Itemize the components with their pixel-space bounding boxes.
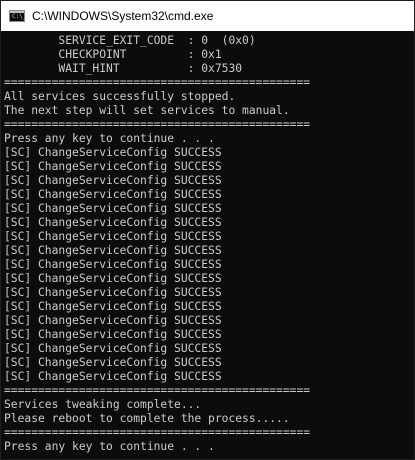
console-line: [SC] ChangeServiceConfig SUCCESS [4, 174, 222, 187]
console-line: [SC] ChangeServiceConfig SUCCESS [4, 356, 222, 369]
cmd-icon-prompt: C:\_ [12, 13, 27, 20]
title-bar[interactable]: C:\_ C:\WINDOWS\System32\cmd.exe [1, 1, 414, 31]
console-line: [SC] ChangeServiceConfig SUCCESS [4, 300, 222, 313]
console-line: CHECKPOINT : 0x1 [4, 48, 222, 61]
console-line: [SC] ChangeServiceConfig SUCCESS [4, 314, 222, 327]
console-line: [SC] ChangeServiceConfig SUCCESS [4, 258, 222, 271]
console-line: Services tweaking complete... [4, 398, 202, 411]
console-line: Press any key to continue . . . [4, 132, 215, 145]
console-line: [SC] ChangeServiceConfig SUCCESS [4, 160, 222, 173]
console-line: The next step will set services to manua… [4, 104, 290, 117]
separator-line: ========================================… [4, 426, 311, 439]
console-line: [SC] ChangeServiceConfig SUCCESS [4, 216, 222, 229]
console-line: Press any key to continue . . . [4, 440, 215, 453]
console-line: WAIT_HINT : 0x7530 [4, 62, 243, 75]
console-lines: SERVICE_EXIT_CODE : 0 (0x0) CHECKPOINT :… [4, 34, 310, 454]
console-line: Please reboot to complete the process...… [4, 412, 290, 425]
console-line: [SC] ChangeServiceConfig SUCCESS [4, 146, 222, 159]
separator-line: ========================================… [4, 76, 311, 89]
console-line: [SC] ChangeServiceConfig SUCCESS [4, 244, 222, 257]
console-output[interactable]: SERVICE_EXIT_CODE : 0 (0x0) CHECKPOINT :… [1, 31, 414, 459]
separator-line: ========================================… [4, 384, 311, 397]
console-line: [SC] ChangeServiceConfig SUCCESS [4, 272, 222, 285]
console-line: [SC] ChangeServiceConfig SUCCESS [4, 286, 222, 299]
window-title: C:\WINDOWS\System32\cmd.exe [32, 9, 214, 23]
separator-line: ========================================… [4, 118, 311, 131]
cmd-window: C:\_ C:\WINDOWS\System32\cmd.exe SERVICE… [0, 0, 415, 460]
console-line: [SC] ChangeServiceConfig SUCCESS [4, 202, 222, 215]
console-line: [SC] ChangeServiceConfig SUCCESS [4, 230, 222, 243]
console-line: [SC] ChangeServiceConfig SUCCESS [4, 188, 222, 201]
console-line: All services successfully stopped. [4, 90, 236, 103]
cmd-icon[interactable]: C:\_ [9, 10, 27, 22]
console-line: [SC] ChangeServiceConfig SUCCESS [4, 370, 222, 383]
console-line: SERVICE_EXIT_CODE : 0 (0x0) [4, 34, 256, 47]
console-line: [SC] ChangeServiceConfig SUCCESS [4, 342, 222, 355]
console-line: [SC] ChangeServiceConfig SUCCESS [4, 328, 222, 341]
